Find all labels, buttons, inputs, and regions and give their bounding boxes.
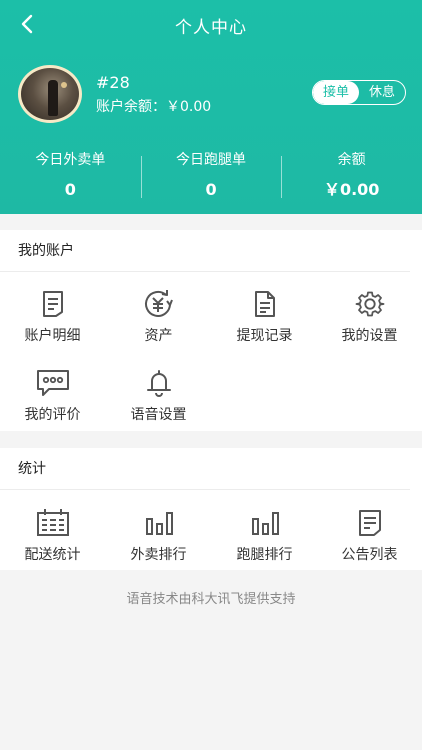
page-title: 个人中心 <box>175 18 247 38</box>
stat-value: 0 <box>205 180 217 199</box>
grid-item-delivery-stats[interactable]: 配送统计 <box>0 508 105 564</box>
stat-label: 余额 <box>337 152 366 168</box>
stat-label: 今日外卖单 <box>35 152 106 168</box>
grid-label: 语音设置 <box>130 407 187 423</box>
chat-bubble-icon <box>36 370 69 396</box>
grid-item-account-details[interactable]: 账户明细 <box>0 289 105 345</box>
toggle-accept-orders[interactable]: 接单 <box>313 81 359 104</box>
grid-label: 配送统计 <box>24 547 81 563</box>
account-balance: 账户余额：￥0.00 <box>96 99 212 115</box>
document-lines-icon <box>42 291 63 317</box>
grid-item-notice-list[interactable]: 公告列表 <box>317 508 422 564</box>
grid-item-withdraw-records[interactable]: 提现记录 <box>212 289 317 345</box>
grid-item-my-reviews[interactable]: 我的评价 <box>0 368 105 424</box>
nav-bar: 个人中心 <box>0 0 422 48</box>
section-title: 我的账户 <box>0 230 410 272</box>
yen-refresh-icon <box>144 290 173 317</box>
notice-list-icon <box>358 510 381 536</box>
today-stats: 今日外卖单 0 今日跑腿单 0 余额 ￥0.00 <box>0 150 422 202</box>
bar-chart-icon <box>145 512 173 535</box>
stat-errand-orders[interactable]: 今日跑腿单 0 <box>140 150 282 202</box>
profile-header: 个人中心 #28 账户余额：￥0.00 接单 休息 今日外卖单 0 今日跑腿单 … <box>0 0 422 214</box>
grid-label: 公告列表 <box>341 547 398 563</box>
voice-tech-credit: 语音技术由科大讯飞提供支持 <box>126 592 296 607</box>
stat-label: 今日跑腿单 <box>176 152 246 168</box>
work-status-toggle[interactable]: 接单 休息 <box>312 80 406 105</box>
stat-value: ￥0.00 <box>323 180 380 199</box>
stat-value: 0 <box>64 180 76 199</box>
grid-label: 外卖排行 <box>130 547 187 563</box>
my-account-section: 我的账户 账户明细 资产 提现记录 我的设置 我的评价 语音设置 <box>0 230 422 431</box>
grid-item-assets[interactable]: 资产 <box>106 289 211 345</box>
grid-item-voice-settings[interactable]: 语音设置 <box>106 368 211 424</box>
bar-chart-icon <box>251 512 279 535</box>
grid-label: 账户明细 <box>24 328 81 344</box>
grid-label: 我的设置 <box>341 328 398 344</box>
grid-item-my-settings[interactable]: 我的设置 <box>317 289 422 345</box>
toggle-rest[interactable]: 休息 <box>359 81 405 104</box>
gear-icon <box>355 291 384 317</box>
stat-takeout-orders[interactable]: 今日外卖单 0 <box>0 150 141 202</box>
bell-icon <box>146 370 171 397</box>
user-id: #28 <box>96 73 130 92</box>
grid-item-takeout-ranking[interactable]: 外卖排行 <box>106 508 211 564</box>
grid-label: 提现记录 <box>236 328 293 344</box>
stat-balance[interactable]: 余额 ￥0.00 <box>281 150 422 202</box>
calendar-icon <box>36 509 69 536</box>
avatar[interactable] <box>18 65 82 123</box>
grid-label: 跑腿排行 <box>236 547 293 563</box>
record-document-icon <box>254 291 275 317</box>
statistics-section: 统计 配送统计 外卖排行 跑腿排行 公告列表 <box>0 448 422 570</box>
grid-label: 我的评价 <box>24 407 81 423</box>
grid-label: 资产 <box>144 328 173 344</box>
grid-item-errand-ranking[interactable]: 跑腿排行 <box>212 508 317 564</box>
section-title: 统计 <box>0 448 410 490</box>
